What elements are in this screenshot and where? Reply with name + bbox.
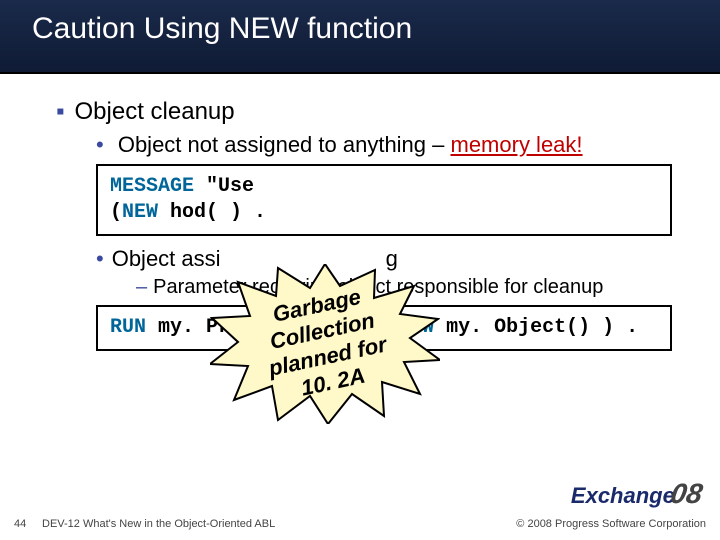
code1-line1-rest: "Use (194, 175, 254, 198)
memory-leak-text: memory leak! (451, 132, 583, 157)
bullet-l2-a-text: Object not assigned to anything – (118, 132, 451, 157)
footer-title: DEV-12 What's New in the Object-Oriented… (42, 518, 275, 530)
kw-message: MESSAGE (110, 175, 194, 198)
bullet-l2-a: Object not assigned to anything – memory… (96, 132, 696, 158)
footer: 44 DEV-12 What's New in the Object-Orien… (0, 508, 720, 540)
page-number: 44 (14, 518, 42, 530)
code-box-1: MESSAGE "Use (NEW hod( ) . (96, 164, 672, 236)
kw-new: NEW (122, 201, 158, 224)
bullet-l1: Object cleanup (56, 98, 696, 126)
logo-brand: Exchange (571, 483, 675, 508)
title-bar: Caution Using NEW function (0, 0, 720, 74)
slide-title: Caution Using NEW function (0, 0, 720, 46)
exchange-logo: Exchange08 (571, 478, 702, 510)
callout-burst: Garbage Collection planned for 10. 2A (210, 264, 440, 424)
content-area: Object cleanup Object not assigned to an… (0, 74, 720, 464)
copyright: © 2008 Progress Software Corporation (516, 518, 706, 530)
code1-line2: (NEW hod( ) . (110, 200, 658, 226)
logo-year: 08 (668, 478, 705, 510)
code1-line1: MESSAGE "Use (110, 174, 658, 200)
kw-run: RUN (110, 316, 146, 339)
